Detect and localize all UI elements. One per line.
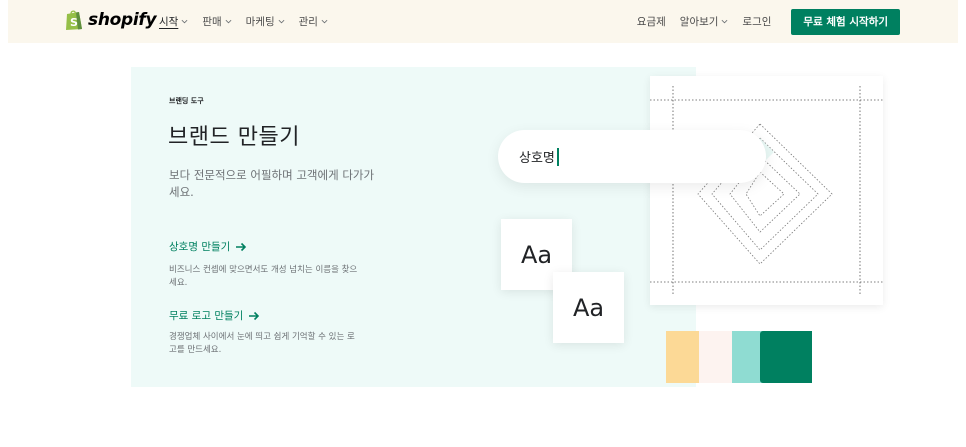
business-name-link[interactable]: 상호명 만들기 bbox=[169, 239, 247, 254]
business-name-description: 비즈니스 컨셉에 맞으면서도 개성 넘치는 이름을 찾으세요. bbox=[169, 265, 358, 288]
logo-maker-link-label: 무료 로고 만들기 bbox=[169, 310, 244, 322]
chevron-down-icon bbox=[321, 19, 328, 24]
color-swatch-green bbox=[760, 331, 812, 383]
shopping-bag-icon: S bbox=[64, 9, 84, 31]
color-swatch-yellow bbox=[666, 331, 700, 383]
eyebrow-label: 브랜딩 도구 bbox=[169, 97, 204, 105]
menu-manage[interactable]: 관리 bbox=[299, 14, 328, 29]
shopify-logo[interactable]: S shopify bbox=[64, 9, 157, 31]
arrow-right-icon bbox=[249, 311, 260, 320]
business-name-input-text: 상호명 bbox=[519, 151, 555, 166]
chevron-down-icon bbox=[278, 19, 285, 24]
menu-sell-label: 판매 bbox=[202, 16, 222, 28]
menu-start[interactable]: 시작 bbox=[159, 14, 188, 29]
login-link[interactable]: 로그인 bbox=[742, 14, 771, 29]
top-nav: S shopify 시작 판매 마케팅 관리 요금제 알아보기 로그인 무료 체… bbox=[8, 0, 958, 43]
pricing-link[interactable]: 요금제 bbox=[637, 14, 666, 29]
logo-maker-description: 경쟁업체 사이에서 눈에 띄고 쉽게 기억할 수 있는 로고를 만드세요. bbox=[169, 332, 355, 355]
font-sample-card: Aa bbox=[553, 272, 624, 343]
logo-wordmark: shopify bbox=[88, 10, 157, 30]
font-sample-text: Aa bbox=[572, 293, 605, 322]
chevron-down-icon bbox=[721, 19, 728, 24]
chevron-down-icon bbox=[181, 19, 188, 24]
menu-marketing[interactable]: 마케팅 bbox=[246, 14, 285, 29]
font-sample-text: Aa bbox=[520, 240, 553, 269]
start-free-trial-button[interactable]: 무료 체험 시작하기 bbox=[791, 8, 900, 35]
text-caret bbox=[556, 147, 559, 166]
svg-text:S: S bbox=[70, 16, 78, 29]
page-title: 브랜드 만들기 bbox=[168, 125, 300, 150]
arrow-right-icon bbox=[236, 242, 247, 251]
logo-maker-link[interactable]: 무료 로고 만들기 bbox=[169, 308, 260, 323]
menu-sell[interactable]: 판매 bbox=[202, 14, 232, 29]
menu-manage-label: 관리 bbox=[298, 16, 318, 28]
logo-frame-card bbox=[650, 76, 883, 305]
hero-description: 보다 전문적으로 어필하며 고객에게 다가가세요. bbox=[169, 168, 375, 199]
chevron-down-icon bbox=[225, 19, 232, 24]
right-menu: 요금제 알아보기 로그인 무료 체험 시작하기 bbox=[637, 0, 900, 43]
logo-grid-illustration bbox=[650, 86, 883, 294]
business-name-input[interactable]: 상호명 bbox=[498, 130, 766, 183]
learn-menu-label: 알아보기 bbox=[679, 16, 719, 28]
learn-menu[interactable]: 알아보기 bbox=[680, 14, 729, 29]
menu-start-label: 시작 bbox=[159, 16, 179, 28]
business-name-link-label: 상호명 만들기 bbox=[169, 241, 231, 253]
menu-marketing-label: 마케팅 bbox=[245, 16, 275, 28]
color-swatch-blush bbox=[699, 331, 733, 383]
main-menu: 시작 판매 마케팅 관리 bbox=[159, 0, 328, 43]
